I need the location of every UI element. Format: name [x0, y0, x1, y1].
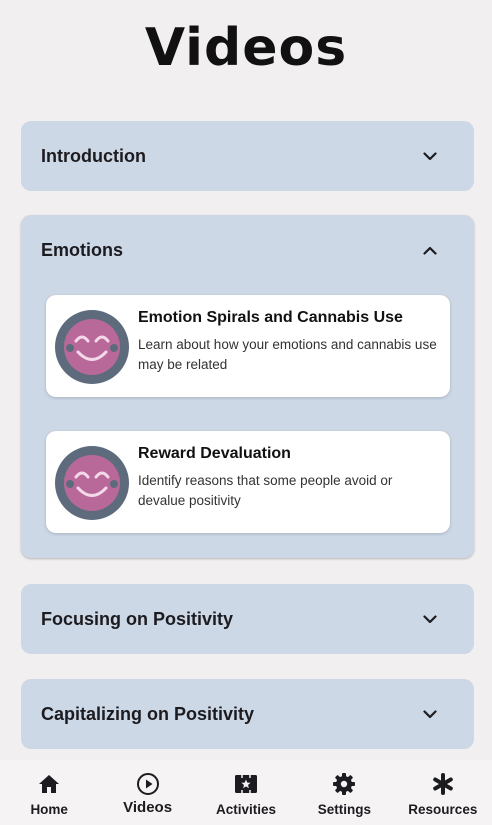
section-introduction-header[interactable]: Introduction [21, 121, 474, 191]
chevron-down-icon [422, 611, 438, 627]
section-capitalizing-on-positivity[interactable]: Capitalizing on Positivity [21, 679, 474, 749]
section-emotions: Emotions Emotion Spirals and Cannabis Us… [21, 215, 474, 558]
smiley-face-icon [54, 445, 130, 521]
nav-item-settings[interactable]: Settings [295, 760, 393, 825]
home-icon [36, 772, 62, 796]
section-focusing-header[interactable]: Focusing on Positivity [21, 584, 474, 654]
nav-label: Activities [216, 802, 277, 817]
video-title: Emotion Spirals and Cannabis Use [138, 309, 403, 326]
video-card-emotion-spirals[interactable]: Emotion Spirals and Cannabis Use Learn a… [46, 295, 450, 397]
bottom-navigation: Home Videos Activities Settings Resource… [0, 760, 492, 825]
page-title: Videos [144, 18, 348, 78]
play-circle-icon [135, 772, 161, 796]
nav-item-home[interactable]: Home [0, 760, 98, 825]
section-title: Introduction [41, 145, 146, 166]
section-title: Capitalizing on Positivity [41, 703, 255, 724]
video-title: Reward Devaluation [138, 445, 291, 462]
nav-label: Settings [317, 802, 372, 817]
video-description: Learn about how your emotions and cannab… [138, 337, 437, 372]
nav-label: Home [30, 802, 68, 817]
nav-item-videos[interactable]: Videos [98, 760, 196, 825]
section-title: Emotions [41, 239, 124, 260]
chevron-down-icon [422, 148, 438, 164]
nav-item-activities[interactable]: Activities [197, 760, 295, 825]
section-introduction[interactable]: Introduction [21, 121, 474, 191]
nav-item-resources[interactable]: Resources [394, 760, 492, 825]
asterisk-icon [430, 772, 456, 796]
activities-icon [233, 772, 259, 796]
video-card-reward-devaluation[interactable]: Reward Devaluation Identify reasons that… [46, 431, 450, 533]
section-focusing-on-positivity[interactable]: Focusing on Positivity [21, 584, 474, 654]
section-emotions-header[interactable]: Emotions [21, 215, 474, 285]
section-title: Focusing on Positivity [41, 608, 234, 629]
chevron-up-icon [422, 242, 438, 258]
gear-icon [331, 772, 357, 796]
video-description: Identify reasons that some people avoid … [138, 473, 393, 508]
nav-label: Videos [123, 799, 173, 816]
chevron-down-icon [422, 706, 438, 722]
nav-label: Resources [408, 802, 478, 817]
section-capitalizing-header[interactable]: Capitalizing on Positivity [21, 679, 474, 749]
smiley-face-icon [54, 309, 130, 385]
